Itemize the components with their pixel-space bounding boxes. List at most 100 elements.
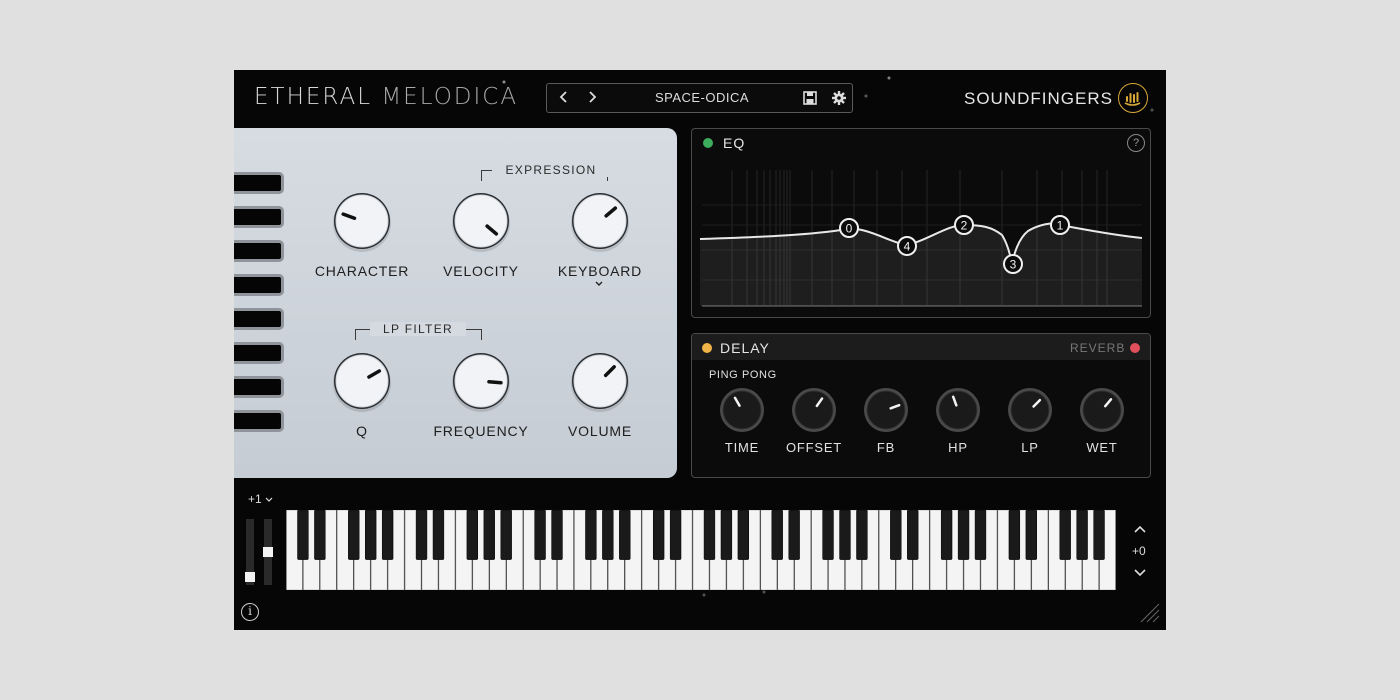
octave-selector[interactable]: +1 (248, 492, 273, 506)
black-key[interactable] (1059, 510, 1071, 560)
transpose-up-chevron-icon[interactable] (1132, 522, 1148, 536)
eq-band-label: 2 (961, 219, 968, 233)
mod-wheel[interactable] (245, 519, 255, 585)
black-key[interactable] (1008, 510, 1021, 560)
black-key[interactable] (1076, 510, 1088, 560)
black-key[interactable] (348, 510, 360, 560)
drawbar[interactable] (234, 410, 284, 432)
time-delay-knob[interactable] (717, 385, 767, 435)
eq-band-2-handle[interactable]: 2 (954, 215, 974, 235)
black-key[interactable] (602, 510, 614, 560)
black-key[interactable] (500, 510, 512, 560)
save-preset-icon[interactable] (802, 90, 818, 106)
drawbar[interactable] (234, 172, 284, 194)
black-key[interactable] (771, 510, 783, 560)
black-key[interactable] (551, 510, 563, 560)
black-key[interactable] (297, 510, 309, 560)
eq-enable-toggle[interactable] (703, 138, 713, 148)
q-knob[interactable] (330, 349, 394, 413)
keyboard-knob-label: KEYBOARD (557, 263, 643, 279)
piano-keyboard[interactable] (286, 510, 1116, 590)
help-button[interactable]: ? (1127, 134, 1145, 152)
preset-name[interactable]: SPACE-ODICA (627, 84, 777, 112)
resize-handle-icon[interactable] (1139, 602, 1161, 624)
next-preset-button[interactable] (581, 86, 603, 108)
black-key[interactable] (856, 510, 868, 560)
brand-logo[interactable] (1118, 83, 1148, 113)
eq-band-0-handle[interactable]: 0 (839, 218, 859, 238)
fb-delay-knob[interactable] (861, 385, 911, 435)
drawbar[interactable] (234, 376, 284, 398)
keyboard-knob[interactable] (568, 189, 632, 253)
plugin-window: ETHERAL MELODICA SPACE-ODICA SOUNDFINGER… (234, 70, 1166, 630)
keyboard-section: +1 i +0 (234, 490, 1166, 630)
black-key[interactable] (737, 510, 750, 560)
velocity-knob[interactable] (449, 189, 513, 253)
lp-filter-group-label: LP FILTER (370, 322, 466, 336)
drawbar[interactable] (234, 342, 284, 364)
pitch-wheel[interactable] (263, 519, 273, 585)
eq-band-3-handle[interactable]: 3 (1003, 254, 1023, 274)
delay-tab[interactable]: DELAY (720, 340, 770, 356)
wet-delay-knob[interactable] (1077, 385, 1127, 435)
black-key[interactable] (619, 510, 631, 560)
mod-wheel-thumb[interactable] (245, 572, 255, 583)
black-key[interactable] (907, 510, 919, 560)
black-key[interactable] (314, 510, 326, 560)
character-knob[interactable] (330, 189, 394, 253)
eq-band-label: 3 (1010, 258, 1017, 272)
keyboard-options-chevron-icon[interactable] (594, 280, 604, 288)
frequency-knob[interactable] (449, 349, 513, 413)
drawbar[interactable] (234, 308, 284, 330)
black-key[interactable] (703, 510, 716, 560)
eq-graph[interactable]: 0 4 2 3 1 (692, 155, 1150, 315)
black-key[interactable] (534, 510, 546, 560)
delay-enable-toggle[interactable] (702, 343, 712, 353)
black-key[interactable] (652, 510, 665, 560)
hp-delay-knob[interactable] (933, 385, 983, 435)
black-key[interactable] (940, 510, 953, 560)
previous-preset-button[interactable] (553, 86, 575, 108)
black-key[interactable] (1093, 510, 1105, 560)
black-key[interactable] (822, 510, 834, 560)
eq-band-label: 0 (846, 222, 853, 236)
pitch-wheel-thumb[interactable] (263, 547, 273, 557)
transpose-value: +0 (1132, 544, 1146, 558)
black-key[interactable] (974, 510, 987, 560)
black-key[interactable] (720, 510, 733, 560)
wet-delay-knob-label: WET (1086, 440, 1118, 455)
eq-band-4-handle[interactable]: 4 (897, 236, 917, 256)
black-key[interactable] (365, 510, 377, 560)
black-key[interactable] (585, 510, 597, 560)
black-key[interactable] (483, 510, 495, 560)
black-key[interactable] (466, 510, 478, 560)
delay-panel: DELAY REVERB PING PONG TIME OFFSET FB HP LP W… (691, 333, 1151, 478)
drawbar[interactable] (234, 240, 284, 262)
settings-gear-icon[interactable] (831, 90, 847, 106)
eq-label: EQ (723, 135, 746, 151)
offset-delay-knob[interactable] (789, 385, 839, 435)
black-key[interactable] (957, 510, 970, 560)
black-key[interactable] (890, 510, 902, 560)
eq-panel: EQ ? 0 4 2 3 1 (691, 128, 1151, 318)
transpose-down-chevron-icon[interactable] (1132, 566, 1148, 580)
drawbar[interactable] (234, 274, 284, 296)
black-key[interactable] (669, 510, 682, 560)
black-key[interactable] (839, 510, 851, 560)
hp-delay-knob-label: HP (948, 440, 968, 455)
volume-knob[interactable] (568, 349, 632, 413)
reverb-enable-toggle[interactable] (1130, 343, 1140, 353)
black-key[interactable] (788, 510, 800, 560)
octave-value: +1 (248, 492, 262, 506)
info-icon[interactable]: i (241, 603, 259, 621)
black-key[interactable] (1025, 510, 1037, 560)
drawbar[interactable] (234, 206, 284, 228)
eq-band-1-handle[interactable]: 1 (1050, 215, 1070, 235)
ping-pong-mode-label[interactable]: PING PONG (709, 369, 777, 381)
black-key[interactable] (381, 510, 394, 560)
black-key[interactable] (432, 510, 445, 560)
lp-delay-knob[interactable] (1005, 385, 1055, 435)
time-delay-knob-label: TIME (724, 440, 760, 455)
black-key[interactable] (415, 510, 428, 560)
reverb-tab[interactable]: REVERB (1070, 341, 1125, 355)
